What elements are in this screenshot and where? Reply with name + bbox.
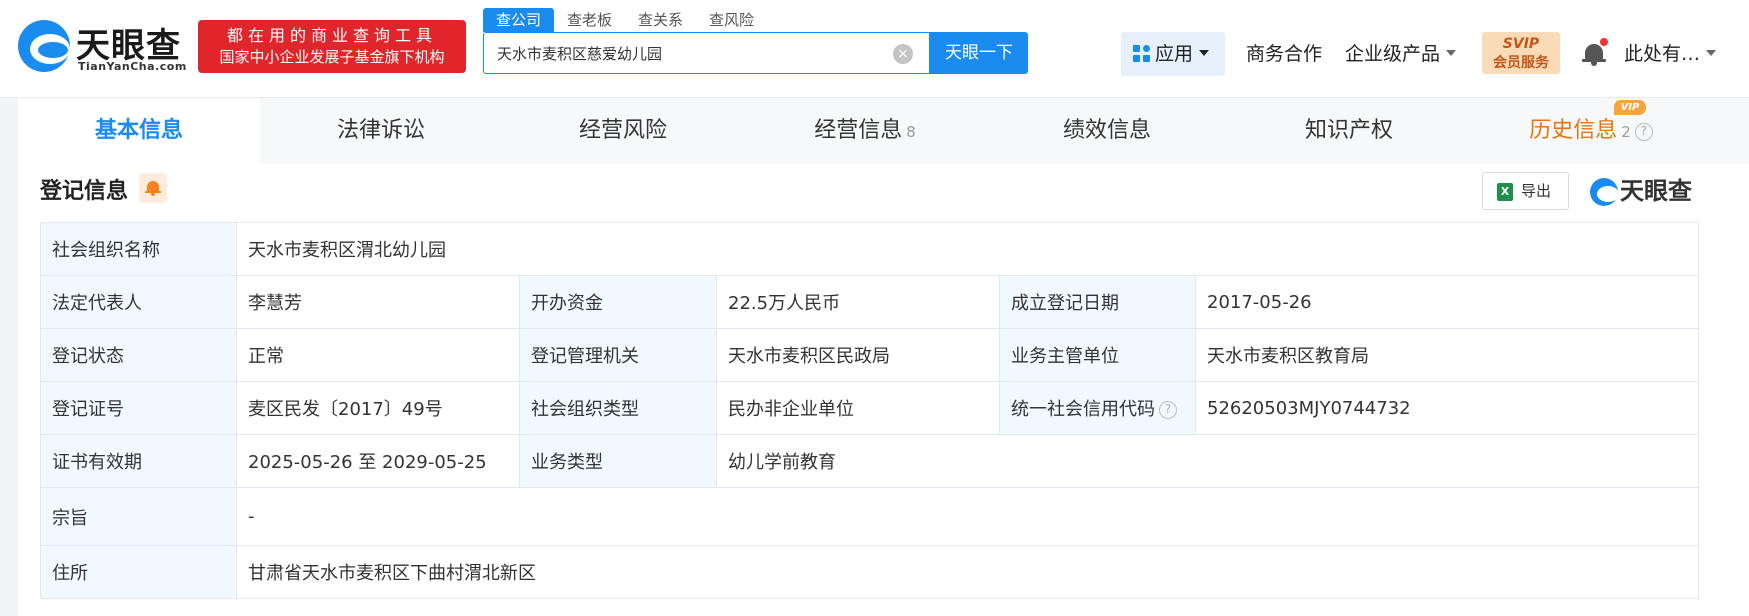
table-row: 住所 甘肃省天水市麦积区下曲村渭北新区 xyxy=(40,545,1700,599)
credit-code-value: 52620503MJY0744732 xyxy=(1194,381,1700,435)
field-label: 业务主管单位 xyxy=(999,328,1196,382)
tab-business-info[interactable]: 经营信息 8 xyxy=(744,98,986,164)
user-name: 此处有… xyxy=(1624,43,1701,65)
field-label: 登记管理机关 xyxy=(519,328,717,382)
search-input[interactable] xyxy=(484,33,864,73)
tab-ip[interactable]: 知识产权 xyxy=(1228,98,1470,164)
funds-value: 22.5万人民币 xyxy=(716,275,1000,329)
tab-count: 2 xyxy=(1621,123,1631,141)
nav-business[interactable]: 商务合作 xyxy=(1246,32,1322,76)
tab-legal[interactable]: 法律诉讼 xyxy=(260,98,502,164)
nav-app-menu[interactable]: 应用 xyxy=(1121,32,1225,76)
table-row: 登记状态 正常 登记管理机关 天水市麦积区民政局 业务主管单位 天水市麦积区教育… xyxy=(40,328,1700,382)
table-row: 法定代表人 李慧芳 开办资金 22.5万人民币 成立登记日期 2017-05-2… xyxy=(40,275,1700,329)
clear-icon[interactable]: × xyxy=(893,44,913,64)
table-row: 证书有效期 2025-05-26 至 2029-05-25 业务类型 幼儿学前教… xyxy=(40,434,1700,488)
excel-icon: X xyxy=(1497,183,1513,201)
registration-info-table: 社会组织名称 天水市麦积区渭北幼儿园 法定代表人 李慧芳 开办资金 22.5万人… xyxy=(40,222,1700,599)
field-label: 法定代表人 xyxy=(40,275,237,329)
table-row: 社会组织名称 天水市麦积区渭北幼儿园 xyxy=(40,222,1700,276)
help-icon[interactable]: ? xyxy=(1634,123,1653,141)
content-card: 基本信息 法律诉讼 经营风险 经营信息 8 绩效信息 知识产权 历史信息 2? VI… xyxy=(18,98,1749,616)
org-name-value: 天水市麦积区渭北幼儿园 xyxy=(235,222,1700,276)
logo-eye-icon xyxy=(1590,178,1618,206)
supervisor-value: 天水市麦积区教育局 xyxy=(1194,328,1700,382)
top-header: 天眼查 TianYanCha.com 都在用的商业查询工具 国家中小企业发展子基… xyxy=(0,0,1749,98)
field-label: 宗旨 xyxy=(40,487,237,546)
chevron-down-icon xyxy=(1446,50,1457,56)
tab-label: 绩效信息 xyxy=(1062,118,1151,143)
watermark-brand: 天眼查 xyxy=(1620,177,1692,205)
status-value: 正常 xyxy=(236,328,520,382)
user-menu[interactable]: 此处有… xyxy=(1624,32,1717,76)
field-label: 住所 xyxy=(40,545,237,599)
vip-badge: VIP xyxy=(1614,100,1646,115)
promo-line2: 国家中小企业发展子基金旗下机构 xyxy=(219,48,445,66)
table-row: 登记证号 麦区民发〔2017〕49号 社会组织类型 民办非企业单位 统一社会信用… xyxy=(40,381,1700,435)
promo-banner[interactable]: 都在用的商业查询工具 国家中小企业发展子基金旗下机构 xyxy=(198,20,466,73)
field-label: 成立登记日期 xyxy=(999,275,1196,329)
tab-label: 知识产权 xyxy=(1304,118,1393,143)
table-row: 宗旨 - xyxy=(40,487,1700,546)
search-tab-company[interactable]: 查公司 xyxy=(483,8,555,32)
field-label: 登记证号 xyxy=(40,381,237,435)
logo-eye-icon xyxy=(18,20,70,72)
export-button[interactable]: X 导出 xyxy=(1482,172,1569,210)
purpose-value: - xyxy=(235,487,1700,546)
svip-label: SVIP xyxy=(1502,36,1540,52)
credit-code-label-cell: 统一社会信用代码? xyxy=(999,381,1196,435)
help-icon[interactable]: ? xyxy=(1159,401,1177,419)
tab-risk[interactable]: 经营风险 xyxy=(502,98,744,164)
tab-history[interactable]: 历史信息 2? xyxy=(1470,98,1712,164)
field-label: 开办资金 xyxy=(519,275,717,329)
tab-label: 基本信息 xyxy=(94,118,183,143)
field-label: 登记状态 xyxy=(40,328,237,382)
svip-button[interactable]: SVIP 会员服务 xyxy=(1482,32,1560,74)
legal-rep-value: 李慧芳 xyxy=(236,275,520,329)
field-label: 社会组织名称 xyxy=(40,222,237,276)
chevron-down-icon xyxy=(1706,50,1717,56)
field-label: 统一社会信用代码 xyxy=(1011,399,1155,420)
cert-no-value: 麦区民发〔2017〕49号 xyxy=(236,381,520,435)
tab-label: 经营信息 xyxy=(814,118,903,143)
field-label: 业务类型 xyxy=(519,434,717,488)
detail-tabs: 基本信息 法律诉讼 经营风险 经营信息 8 绩效信息 知识产权 历史信息 2? VI… xyxy=(18,98,1749,164)
tab-label: 历史信息 xyxy=(1529,118,1618,143)
tab-basic-info[interactable]: 基本信息 xyxy=(18,98,260,164)
nav-enterprise[interactable]: 企业级产品 xyxy=(1345,32,1457,76)
logo-domain: TianYanCha.com xyxy=(78,60,187,73)
notification-bell-icon[interactable] xyxy=(1582,38,1608,66)
search-tab-relation[interactable]: 查关系 xyxy=(625,8,696,32)
org-type-value: 民办非企业单位 xyxy=(716,381,1000,435)
nav-enterprise-label: 企业级产品 xyxy=(1345,43,1441,65)
export-label: 导出 xyxy=(1521,182,1552,200)
reg-date-value: 2017-05-26 xyxy=(1194,275,1700,329)
nav-app-label: 应用 xyxy=(1155,43,1194,65)
tab-label: 法律诉讼 xyxy=(336,118,425,143)
search-button[interactable]: 天眼一下 xyxy=(930,32,1028,74)
app-grid-icon xyxy=(1133,45,1151,63)
validity-value: 2025-05-26 至 2029-05-25 xyxy=(236,434,520,488)
tianyancha-logo[interactable]: 天眼查 TianYanCha.com xyxy=(18,18,188,74)
tab-label: 经营风险 xyxy=(578,118,667,143)
biz-type-value: 幼儿学前教育 xyxy=(715,434,1700,488)
unread-dot xyxy=(1600,38,1608,46)
search-type-tabs: 查公司 查老板 查关系 查风险 xyxy=(483,8,767,32)
authority-value: 天水市麦积区民政局 xyxy=(716,328,1000,382)
svip-sub-label: 会员服务 xyxy=(1493,55,1549,71)
address-value: 甘肃省天水市麦积区下曲村渭北新区 xyxy=(235,545,1700,599)
promo-line1: 都在用的商业查询工具 xyxy=(226,26,437,45)
chevron-down-icon xyxy=(1199,50,1210,56)
section-title: 登记信息 xyxy=(40,179,129,204)
search-tab-risk[interactable]: 查风险 xyxy=(696,8,767,32)
search-box: × xyxy=(483,32,930,74)
field-label: 社会组织类型 xyxy=(519,381,717,435)
tab-performance[interactable]: 绩效信息 xyxy=(986,98,1228,164)
field-label: 证书有效期 xyxy=(40,434,237,488)
monitor-bell-icon[interactable] xyxy=(139,173,167,203)
search-tab-boss[interactable]: 查老板 xyxy=(554,8,625,32)
tab-count: 8 xyxy=(906,123,916,141)
